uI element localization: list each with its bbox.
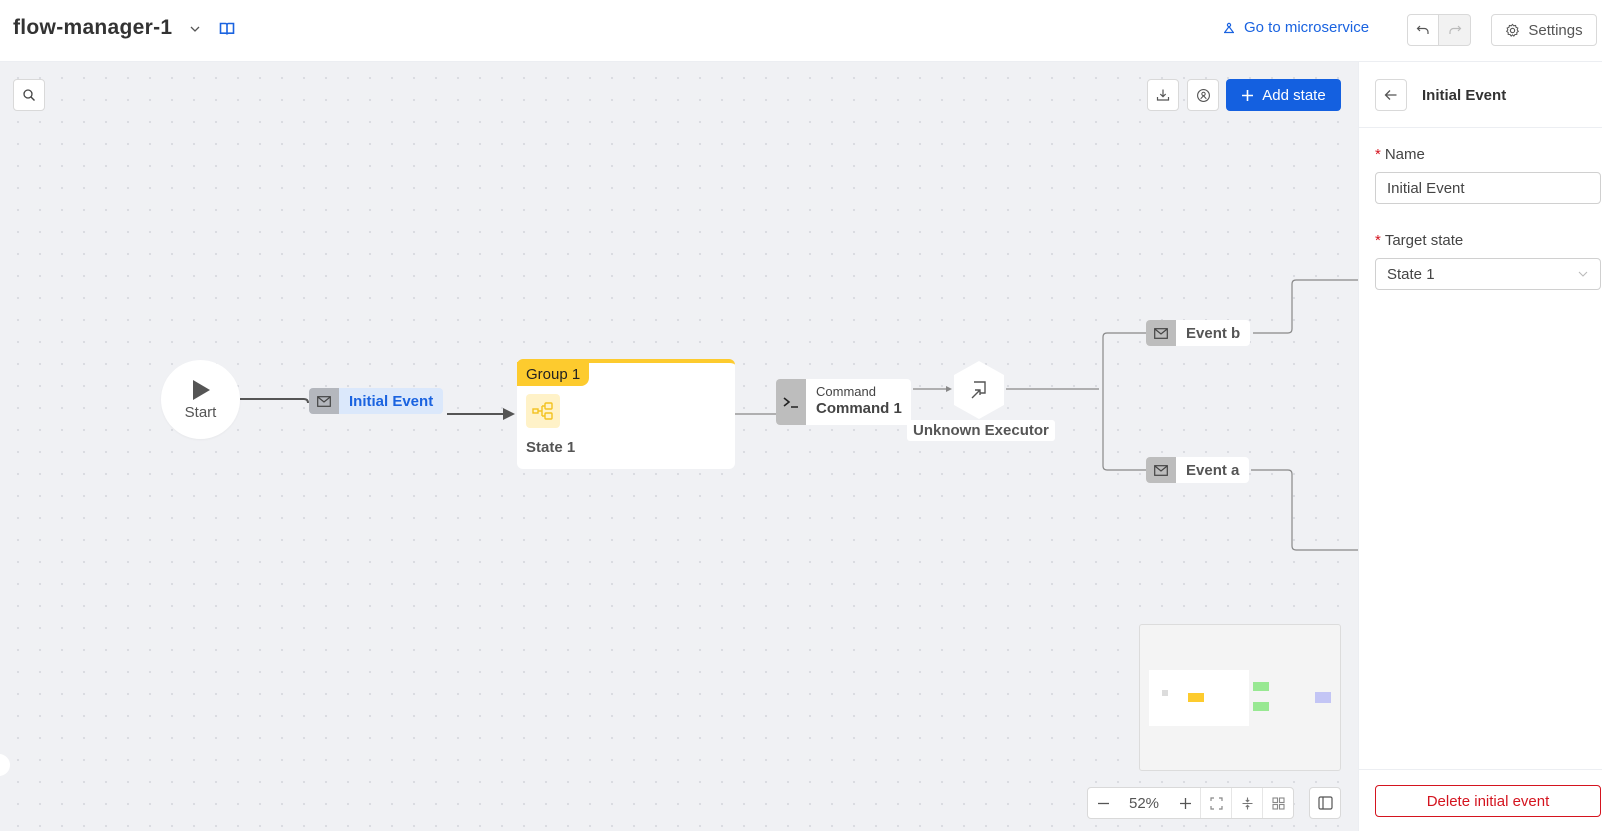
edge-event-b-out [1253,279,1358,334]
command-name: Command 1 [816,400,902,417]
minus-icon [1097,802,1109,804]
history-controls [1407,14,1471,46]
download-icon [1156,89,1170,101]
settings-button[interactable]: Settings [1491,14,1597,46]
search-icon [23,89,35,101]
minimap-node-right [1315,692,1331,703]
name-field-label: * Name [1375,146,1425,163]
gear-icon [1506,23,1520,37]
undo-button[interactable] [1407,14,1439,46]
event-b-node[interactable]: Event b [1146,320,1251,346]
event-b-label: Event b [1186,324,1241,342]
target-state-select[interactable]: State 1 [1375,258,1601,290]
play-icon [192,379,210,400]
settings-label: Settings [1528,21,1583,39]
microservice-icon [1224,22,1234,33]
event-icon-box [1146,457,1176,483]
go-to-microservice-link[interactable]: Go to microservice [1222,19,1369,36]
assistant-icon [1196,88,1210,102]
add-state-button[interactable]: Add state [1226,79,1341,111]
properties-panel: Initial Event *Name *Target state State … [1358,62,1602,831]
edge-event-a-out [1251,469,1358,551]
panel-toggle-button[interactable] [1309,787,1341,819]
name-input[interactable] [1375,172,1601,204]
redo-button[interactable] [1439,14,1471,46]
target-state-value: State 1 [1387,265,1435,283]
go-to-microservice-label: Go to microservice [1244,19,1370,36]
terminal-icon [783,397,798,408]
required-marker: * [1375,232,1381,249]
back-button[interactable] [1375,79,1407,111]
state-label[interactable]: State 1 [526,439,575,456]
panel-toggle-icon [1317,796,1333,810]
minimap[interactable] [1139,624,1341,771]
zoom-out-button[interactable] [1088,788,1118,818]
initial-event-node[interactable]: Initial Event [309,388,444,414]
plus-icon [1242,89,1254,101]
add-state-label: Add state [1262,86,1326,104]
executor-label: Unknown Executor [907,420,1055,441]
edge-start-initial-event [240,398,309,404]
zoom-in-button[interactable] [1170,788,1200,818]
zoom-controls: 52% [1087,787,1294,819]
delete-initial-event-button[interactable]: Delete initial event [1375,785,1601,817]
edge-arrowhead [503,408,515,420]
event-icon-box [309,388,339,414]
center-icon [1242,797,1252,809]
minimap-event-a [1253,702,1269,711]
mail-icon [317,395,331,407]
center-button[interactable] [1231,788,1262,818]
panel-title: Initial Event [1422,87,1507,104]
arrow-left-icon [1384,90,1397,100]
assistant-button[interactable] [1187,79,1219,111]
command-type: Command [816,384,876,399]
fit-view-icon [1209,796,1223,810]
target-state-field-label: * Target state [1375,232,1464,249]
search-button[interactable] [13,79,45,111]
terminal-icon-box [776,379,806,425]
minimap-event-b [1253,682,1269,691]
redo-icon [1448,25,1461,34]
book-icon[interactable] [219,21,235,37]
required-marker: * [1375,146,1381,163]
executor-node[interactable] [952,360,1006,420]
minimap-group [1188,693,1204,702]
undo-icon [1416,25,1429,34]
chevron-down-icon[interactable] [188,22,202,36]
zoom-level: 52% [1128,794,1160,812]
state-tree-icon [532,402,553,420]
initial-event-label: Initial Event [349,392,434,410]
fit-view-button[interactable] [1200,788,1231,818]
layout-grid-button[interactable] [1262,788,1293,818]
command-node[interactable]: Command Command 1 [776,379,911,425]
panel-footer: Delete initial event [1359,769,1602,831]
chevron-down-icon [1578,271,1588,277]
group-node[interactable]: Group 1 State 1 [517,359,735,469]
grid-icon [1271,796,1285,810]
edge-branch-event-b [1102,332,1146,389]
edge-branch-event-a [1102,389,1146,471]
event-a-label: Event a [1186,461,1240,479]
flow-canvas[interactable]: Add state Start Initial Event Group 1 St… [0,62,1358,831]
state-icon-box [526,394,560,428]
plus-icon [1179,797,1191,809]
start-label: Start [184,403,217,421]
panel-header: Initial Event [1359,62,1602,128]
app-title[interactable]: flow-manager-1 [13,16,172,40]
event-icon-box [1146,320,1176,346]
mail-icon [1154,327,1168,339]
event-a-node[interactable]: Event a [1146,457,1250,483]
download-button[interactable] [1147,79,1179,111]
minimap-start [1162,690,1168,696]
top-bar: flow-manager-1 Go to microservice Settin… [0,0,1602,62]
group-label: Group 1 [517,362,590,386]
start-node[interactable]: Start [161,360,240,439]
mail-icon [1154,464,1168,476]
